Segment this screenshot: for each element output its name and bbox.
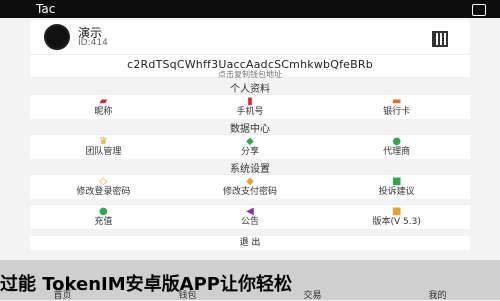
login-password-item[interactable]: ◇ 修改登录密码 (30, 175, 177, 199)
team-item[interactable]: ♛ 团队管理 (30, 135, 177, 159)
status-title: Tac (36, 2, 56, 16)
profile-grid: ▰ 昵称 ▮ 手机号 ▬ 银行卡 (30, 94, 470, 119)
user-icon: ▰ (99, 95, 108, 107)
crown-icon: ♛ (98, 135, 108, 147)
section-title: 数据中心 (230, 124, 270, 135)
item-label: 分享 (241, 146, 260, 157)
coin-icon: ● (98, 205, 108, 217)
user-id: ID:414 (78, 38, 108, 48)
version-item[interactable]: ■ 版本(V 5.3) (323, 205, 470, 229)
extra-grid: ● 充值 ◀ 公告 ■ 版本(V 5.3) (30, 204, 470, 229)
item-label: 银行卡 (383, 106, 411, 117)
chat-icon: ■ (391, 175, 402, 187)
phone-item[interactable]: ▮ 手机号 (177, 95, 324, 119)
agent-item[interactable]: ● 代理商 (323, 135, 470, 159)
item-label: 版本(V 5.3) (372, 216, 421, 227)
pay-password-item[interactable]: ◆ 修改支付密码 (177, 175, 324, 199)
info-icon: ■ (391, 205, 402, 217)
item-label: 昵称 (94, 106, 113, 117)
item-label: 公告 (241, 216, 260, 227)
logout-button[interactable]: 退 出 (30, 236, 470, 250)
item-label: 修改支付密码 (223, 186, 278, 197)
share-icon: ◆ (246, 135, 254, 147)
item-label: 手机号 (236, 106, 264, 117)
copy-hint: 点击复制钱包地址 (218, 70, 282, 79)
phone-icon: ▮ (247, 95, 253, 107)
bottom-tabbar: 首页 钱包 交易 我的 (0, 280, 500, 301)
tab-mine[interactable]: 我的 (375, 280, 500, 301)
item-label: 团队管理 (85, 146, 122, 157)
battery-icon (472, 4, 486, 16)
section-title: 系统设置 (230, 164, 270, 175)
qr-code-icon[interactable] (432, 31, 448, 47)
data-grid: ♛ 团队管理 ◆ 分享 ● 代理商 (30, 134, 470, 159)
section-title: 个人资料 (230, 84, 270, 95)
profile-card[interactable]: 演示 ID:414 (30, 20, 470, 54)
card-icon: ▬ (391, 95, 402, 107)
share-item[interactable]: ◆ 分享 (177, 135, 324, 159)
complaint-item[interactable]: ■ 投诉建议 (323, 175, 470, 199)
tab-home[interactable]: 首页 (0, 280, 125, 301)
item-label: 投诉建议 (378, 186, 415, 197)
recharge-item[interactable]: ● 充值 (30, 205, 177, 229)
lock-icon: ◇ (99, 175, 108, 187)
item-label: 代理商 (383, 146, 411, 157)
tab-wallet[interactable]: 钱包 (125, 280, 250, 301)
notice-item[interactable]: ◀ 公告 (177, 205, 324, 229)
item-label: 修改登录密码 (76, 186, 131, 197)
status-bar: Tac (0, 0, 500, 18)
nickname-item[interactable]: ▰ 昵称 (30, 95, 177, 119)
wallet-address-box[interactable]: c2RdTSqCWhff3UaccAadcSCmhkwbQfeBRb 点击复制钱… (30, 54, 470, 79)
speaker-icon: ◀ (246, 205, 254, 217)
agent-icon: ● (392, 135, 402, 147)
bank-card-item[interactable]: ▬ 银行卡 (323, 95, 470, 119)
settings-grid: ◇ 修改登录密码 ◆ 修改支付密码 ■ 投诉建议 (30, 174, 470, 199)
key-icon: ◆ (246, 175, 254, 187)
avatar (44, 24, 70, 50)
tab-trade[interactable]: 交易 (250, 280, 375, 301)
item-label: 充值 (94, 216, 113, 227)
